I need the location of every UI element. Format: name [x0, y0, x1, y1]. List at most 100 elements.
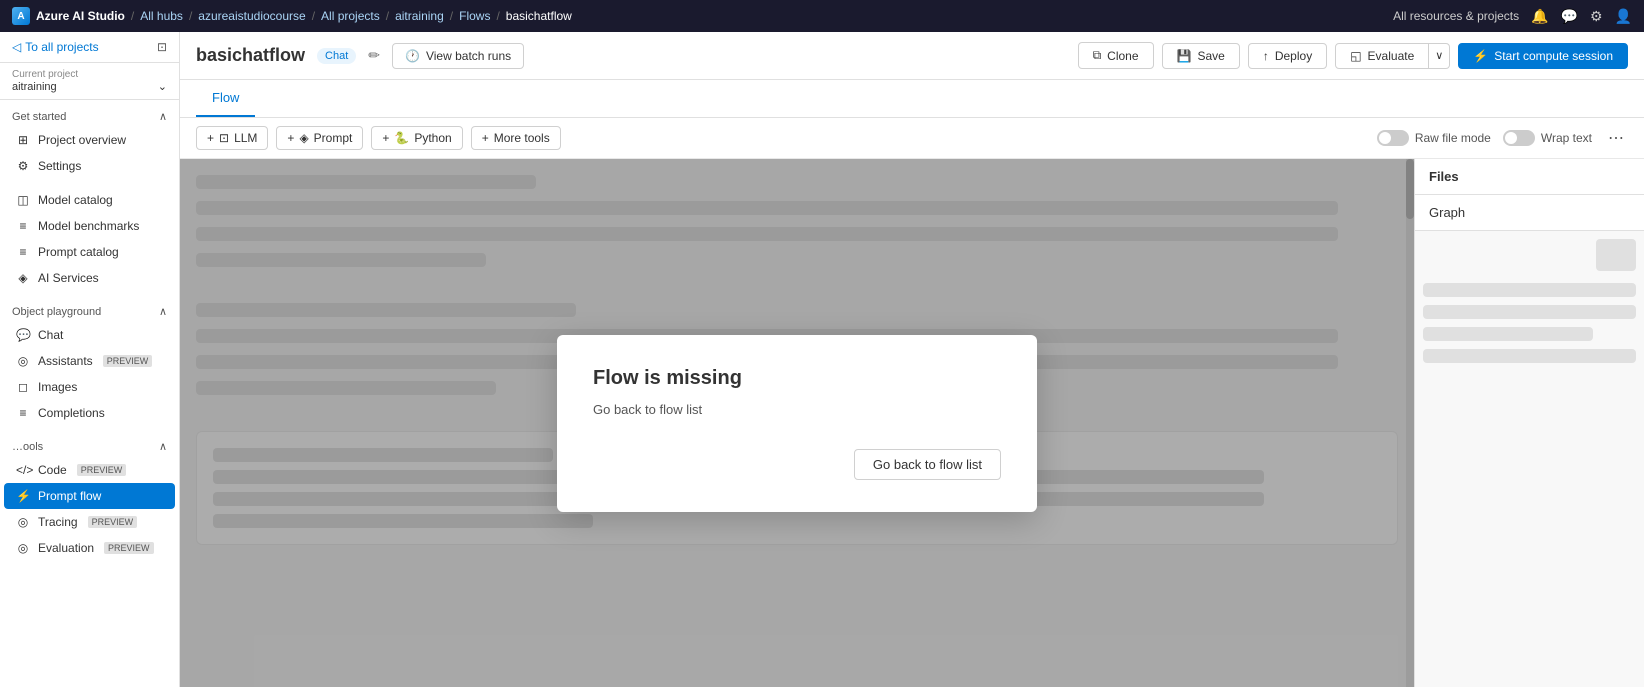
expand-icon[interactable]: ⊡ — [157, 40, 167, 54]
sidebar-item-model-benchmarks[interactable]: ≡ Model benchmarks — [0, 213, 179, 239]
right-panel: Files Graph — [1414, 159, 1644, 687]
breadcrumb-all-projects[interactable]: All projects — [321, 9, 380, 23]
evaluate-icon: ◱ — [1350, 49, 1361, 63]
grid-icon: ⊞ — [16, 133, 30, 147]
plus-icon: + — [207, 131, 214, 145]
sidebar-item-prompt-flow[interactable]: ⚡ Prompt flow — [4, 483, 175, 509]
sidebar-item-chat[interactable]: 💬 Chat — [0, 322, 179, 348]
modal-body: Go back to flow list — [593, 402, 1001, 417]
wrap-text-toggle[interactable] — [1503, 130, 1535, 146]
tracing-badge: PREVIEW — [88, 516, 138, 528]
breadcrumb-flows[interactable]: Flows — [459, 9, 490, 23]
bell-icon[interactable]: 🔔 — [1531, 8, 1548, 25]
chevron-up-icon: ∧ — [159, 110, 167, 123]
graph-skeleton-node — [1596, 239, 1636, 271]
breadcrumb-all-hubs[interactable]: All hubs — [140, 9, 183, 23]
top-nav-right: All resources & projects 🔔 💬 ⚙ 👤 — [1393, 8, 1632, 25]
header-bar: basichatflow Chat ✏ 🕐 View batch runs ⧉ … — [180, 32, 1644, 80]
graph-content — [1415, 231, 1644, 687]
evaluate-dropdown-button[interactable]: ∨ — [1429, 43, 1450, 69]
breadcrumb-course[interactable]: azureaistudiocourse — [198, 9, 305, 23]
graph-skeleton-bar — [1423, 349, 1636, 363]
more-tools-button[interactable]: + More tools — [471, 126, 561, 150]
sidebar-item-model-catalog[interactable]: ◫ Model catalog — [0, 187, 179, 213]
top-nav: A Azure AI Studio / All hubs / azureaist… — [0, 0, 1644, 32]
toolbar-right: Raw file mode Wrap text ⋯ — [1377, 126, 1628, 150]
sidebar: ◁ To all projects ⊡ Current project aitr… — [0, 32, 180, 687]
section-header-playground[interactable]: Object playground ∧ — [0, 299, 179, 322]
services-icon: ◈ — [16, 271, 30, 285]
code-icon: </> — [16, 463, 30, 477]
raw-file-mode-toggle[interactable] — [1377, 130, 1409, 146]
sidebar-item-evaluation[interactable]: ◎ Evaluation PREVIEW — [0, 535, 179, 561]
clone-button[interactable]: ⧉ Clone — [1078, 42, 1154, 69]
section-tools: …ools ∧ </> Code PREVIEW ⚡ Prompt flow ◎… — [0, 430, 179, 565]
sidebar-item-images[interactable]: ◻ Images — [0, 374, 179, 400]
save-button[interactable]: 💾 Save — [1162, 43, 1240, 69]
sidebar-item-completions[interactable]: ≡ Completions — [0, 400, 179, 426]
add-python-button[interactable]: + 🐍 Python — [371, 126, 462, 150]
evaluate-group: ◱ Evaluate ∨ — [1335, 43, 1450, 69]
evaluate-button[interactable]: ◱ Evaluate — [1335, 43, 1429, 69]
view-batch-runs-button[interactable]: 🕐 View batch runs — [392, 43, 524, 69]
project-chevron[interactable]: ⌄ — [158, 80, 167, 93]
flow-toolbar: + ⊡ LLM + ◈ Prompt + 🐍 Python + More too… — [180, 118, 1644, 159]
llm-icon: ⊡ — [219, 131, 229, 145]
assistants-icon: ◎ — [16, 354, 30, 368]
assistants-badge: PREVIEW — [103, 355, 153, 367]
wrap-text-toggle-group: Wrap text — [1503, 130, 1592, 146]
catalog-icon: ◫ — [16, 193, 30, 207]
section-header-tools[interactable]: …ools ∧ — [0, 434, 179, 457]
sidebar-project: Current project aitraining ⌄ — [0, 63, 179, 100]
sidebar-item-assistants[interactable]: ◎ Assistants PREVIEW — [0, 348, 179, 374]
add-llm-button[interactable]: + ⊡ LLM — [196, 126, 268, 150]
tab-bar: Flow — [180, 80, 1644, 118]
sidebar-item-prompt-catalog[interactable]: ≡ Prompt catalog — [0, 239, 179, 265]
graph-skeleton-bar — [1423, 283, 1636, 297]
settings-gear-icon: ⚙ — [16, 159, 30, 173]
chat-bubble-icon: 💬 — [16, 328, 30, 342]
start-compute-button[interactable]: ⚡ Start compute session — [1458, 43, 1628, 69]
sidebar-back[interactable]: ◁ To all projects ⊡ — [0, 32, 179, 63]
tab-flow[interactable]: Flow — [196, 80, 255, 117]
sidebar-item-project-overview[interactable]: ⊞ Project overview — [0, 127, 179, 153]
content-area: basichatflow Chat ✏ 🕐 View batch runs ⧉ … — [180, 32, 1644, 687]
plus-icon2: + — [287, 131, 294, 145]
breadcrumb-aitraining[interactable]: aitraining — [395, 9, 444, 23]
back-to-flow-list-button[interactable]: Go back to flow list — [854, 449, 1001, 480]
section-catalog: ◫ Model catalog ≡ Model benchmarks ≡ Pro… — [0, 183, 179, 295]
overflow-menu-button[interactable]: ⋯ — [1604, 126, 1628, 150]
clock-icon: 🕐 — [405, 49, 420, 63]
flow-icon: ⚡ — [16, 489, 30, 503]
user-icon[interactable]: 👤 — [1615, 8, 1632, 25]
plus-icon3: + — [382, 131, 389, 145]
prompt-cat-icon: ≡ — [16, 245, 30, 259]
tracing-icon: ◎ — [16, 515, 30, 529]
breadcrumb-current: basichatflow — [506, 9, 572, 23]
chat-icon[interactable]: 💬 — [1561, 8, 1578, 25]
prompt-icon: ◈ — [299, 131, 308, 145]
sidebar-item-settings[interactable]: ⚙ Settings — [0, 153, 179, 179]
graph-header: Graph — [1415, 195, 1644, 231]
plus-icon4: + — [482, 131, 489, 145]
save-icon: 💾 — [1177, 49, 1192, 63]
add-prompt-button[interactable]: + ◈ Prompt — [276, 126, 363, 150]
section-header-get-started[interactable]: Get started ∧ — [0, 104, 179, 127]
azure-icon: A — [12, 7, 30, 25]
settings-icon[interactable]: ⚙ — [1590, 8, 1603, 25]
flow-missing-modal: Flow is missing Go back to flow list Go … — [557, 335, 1037, 512]
deploy-button[interactable]: ↑ Deploy — [1248, 43, 1327, 69]
files-header: Files — [1415, 159, 1644, 195]
edit-icon[interactable]: ✏ — [368, 47, 380, 64]
brand-label: Azure AI Studio — [36, 9, 125, 23]
sidebar-item-tracing[interactable]: ◎ Tracing PREVIEW — [0, 509, 179, 535]
code-badge: PREVIEW — [77, 464, 127, 476]
modal-title: Flow is missing — [593, 367, 1001, 390]
sidebar-item-ai-services[interactable]: ◈ AI Services — [0, 265, 179, 291]
raw-file-mode-toggle-group: Raw file mode — [1377, 130, 1491, 146]
flow-canvas: Flow is missing Go back to flow list Go … — [180, 159, 1414, 687]
sidebar-item-code[interactable]: </> Code PREVIEW — [0, 457, 179, 483]
graph-skeleton-bar — [1423, 305, 1636, 319]
compute-icon: ⚡ — [1473, 49, 1488, 63]
back-to-projects[interactable]: ◁ To all projects — [12, 40, 99, 54]
